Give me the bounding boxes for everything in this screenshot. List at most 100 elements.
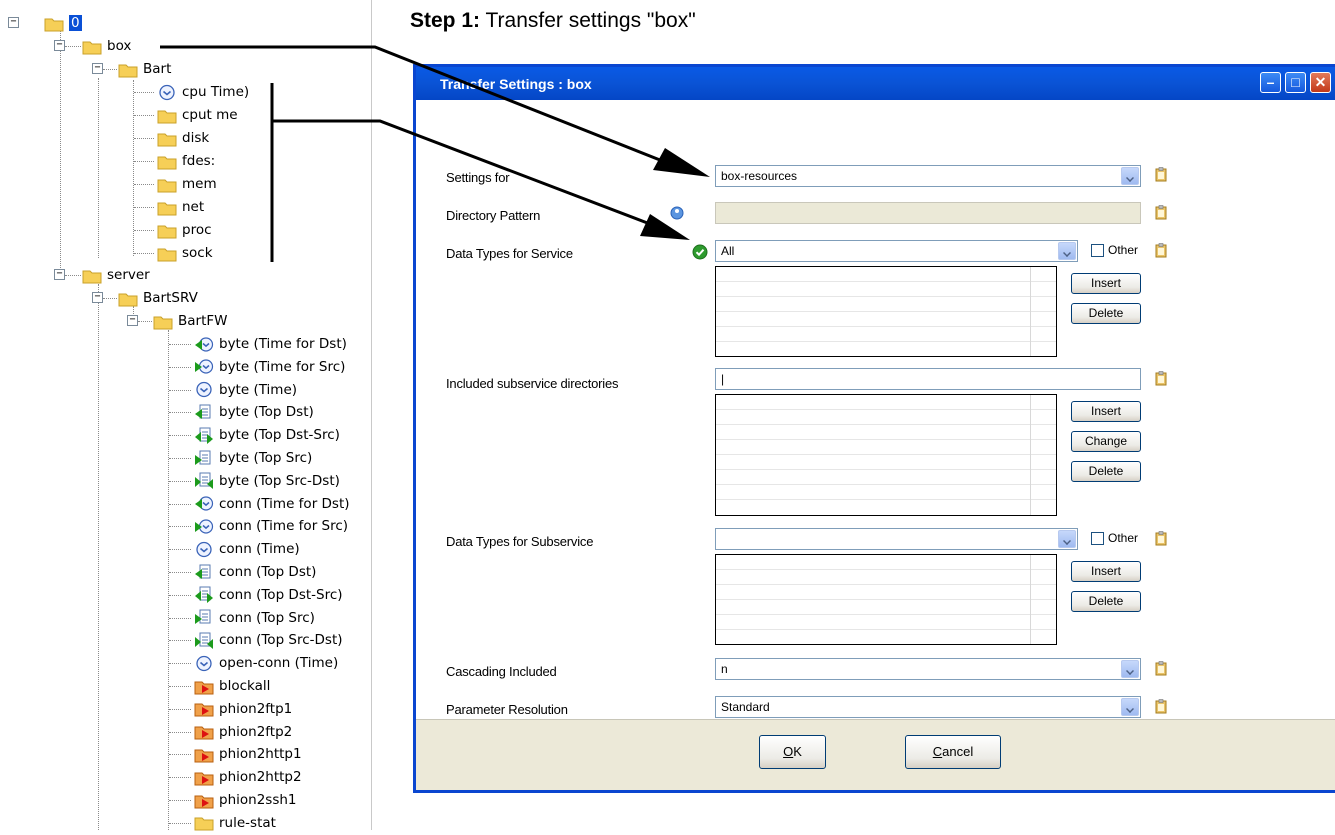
tree-node-fw-child[interactable]: blockall (194, 675, 270, 697)
tree-node-bart-child[interactable]: proc (157, 219, 212, 241)
clipboard-icon[interactable] (1155, 371, 1167, 386)
cascading-included-label: Cascading Included (446, 664, 557, 679)
chevron-down-icon[interactable] (1058, 242, 1076, 260)
tree-node-fw-child[interactable]: byte (Time for Dst) (194, 333, 347, 355)
tree-node-server[interactable]: server (82, 264, 150, 286)
transfer-settings-dialog: Transfer Settings : box – □ ✕ Settings f… (413, 64, 1335, 793)
tree-node-fw-child[interactable]: conn (Top Dst) (194, 561, 316, 583)
tree-node-bartfw[interactable]: BartFW (153, 310, 228, 332)
subdir-insert-button[interactable]: Insert (1071, 401, 1141, 422)
chevron-down-icon[interactable] (1058, 530, 1076, 548)
tree-node-fw-child[interactable]: conn (Time for Src) (194, 515, 348, 537)
collapse-toggle[interactable]: − (92, 63, 103, 74)
clipboard-icon[interactable] (1155, 167, 1167, 182)
collapse-toggle[interactable]: − (92, 292, 103, 303)
clipboard-icon[interactable] (1155, 205, 1167, 220)
tree-node-bart-child[interactable]: net (157, 196, 204, 218)
service-types-list[interactable] (715, 266, 1057, 357)
tree-node-box[interactable]: box (82, 35, 131, 57)
tree-node-label: BartSRV (143, 290, 198, 306)
tree-node-fw-child[interactable]: byte (Time) (194, 379, 297, 401)
tree-node-fw-child[interactable]: phion2ftp2 (194, 721, 292, 743)
tree-node-fw-child[interactable]: rule-stat (194, 812, 276, 834)
dialog-titlebar[interactable]: Transfer Settings : box – □ ✕ (416, 67, 1335, 100)
settings-for-select[interactable]: box-resources (715, 165, 1141, 187)
tree-node-fw-child[interactable]: conn (Time) (194, 538, 300, 560)
tree-view[interactable]: − 0 − box − Bart cpu Time) cput me disk fde… (0, 0, 372, 831)
subdir-delete-button[interactable]: Delete (1071, 461, 1141, 482)
clock-icon (194, 541, 214, 558)
data-types-service-select[interactable]: All (715, 240, 1078, 262)
tree-node-fw-child[interactable]: conn (Top Src-Dst) (194, 629, 343, 651)
other-checkbox[interactable] (1091, 532, 1104, 545)
tree-node-label: fdes: (182, 153, 216, 169)
clipboard-icon[interactable] (1155, 661, 1167, 676)
maximize-button[interactable]: □ (1285, 72, 1306, 93)
folder-icon (157, 130, 177, 147)
info-icon[interactable] (670, 206, 684, 220)
tree-node-fw-child[interactable]: phion2ssh1 (194, 789, 297, 811)
service-delete-button[interactable]: Delete (1071, 303, 1141, 324)
tree-node-fw-child[interactable]: phion2http1 (194, 743, 302, 765)
close-button[interactable]: ✕ (1310, 72, 1331, 93)
clipboard-icon[interactable] (1155, 243, 1167, 258)
tree-node-fw-child[interactable]: conn (Top Src) (194, 607, 315, 629)
tree-node-fw-child[interactable]: byte (Time for Src) (194, 356, 345, 378)
directory-pattern-input[interactable] (715, 202, 1141, 224)
tree-node-label: blockall (219, 678, 271, 694)
other-checkbox[interactable] (1091, 244, 1104, 257)
tree-node-label: byte (Top Dst-Src) (219, 427, 340, 444)
tree-node-fw-child[interactable]: conn (Time for Dst) (194, 493, 350, 515)
folder-icon (157, 107, 177, 124)
cascading-included-select[interactable]: n (715, 658, 1141, 680)
service-insert-button[interactable]: Insert (1071, 273, 1141, 294)
tree-node-fw-child[interactable]: phion2ftp1 (194, 698, 292, 720)
tree-node-bart-child[interactable]: cput me (157, 104, 238, 126)
tree-node-bart-child[interactable]: disk (157, 127, 209, 149)
cancel-button[interactable]: Cancel (905, 735, 1001, 769)
subdir-change-button[interactable]: Change (1071, 431, 1141, 452)
clock-icon (194, 655, 214, 672)
cascading-included-value: n (721, 662, 728, 676)
collapse-toggle[interactable]: − (8, 17, 19, 28)
subtype-delete-button[interactable]: Delete (1071, 591, 1141, 612)
clipboard-icon[interactable] (1155, 699, 1167, 714)
tree-node-bart-child[interactable]: cpu Time) (157, 81, 249, 103)
collapse-toggle[interactable]: − (54, 40, 65, 51)
data-types-subservice-label: Data Types for Subservice (446, 534, 594, 549)
tree-node-fw-child[interactable]: phion2http2 (194, 766, 302, 788)
subservice-dirs-list[interactable] (715, 394, 1057, 516)
data-types-subservice-select[interactable] (715, 528, 1078, 550)
tree-node-label: byte (Top Src-Dst) (219, 472, 340, 489)
tree-node-bart[interactable]: Bart (118, 58, 171, 80)
subservice-types-list[interactable] (715, 554, 1057, 645)
chevron-down-icon[interactable] (1121, 167, 1139, 185)
collapse-toggle[interactable]: − (127, 315, 138, 326)
tree-node-fw-child[interactable]: byte (Top Dst-Src) (194, 424, 340, 446)
chevron-down-icon[interactable] (1121, 660, 1139, 678)
tree-node-bart-child[interactable]: sock (157, 242, 213, 264)
minimize-button[interactable]: – (1260, 72, 1281, 93)
tree-node-root[interactable]: 0 (44, 12, 82, 34)
tree-node-bartsrv[interactable]: BartSRV (118, 287, 198, 309)
tree-node-label: proc (182, 222, 212, 238)
clipboard-icon[interactable] (1155, 531, 1167, 546)
subtype-insert-button[interactable]: Insert (1071, 561, 1141, 582)
tree-node-fw-child[interactable]: conn (Top Dst-Src) (194, 584, 343, 606)
step-description: Transfer settings "box" (480, 9, 696, 32)
included-subservice-input[interactable]: | (715, 368, 1141, 390)
collapse-toggle[interactable]: − (54, 269, 65, 280)
folder-icon (194, 814, 214, 831)
included-subservice-value: | (721, 372, 725, 386)
tree-node-fw-child[interactable]: byte (Top Dst) (194, 401, 314, 423)
tree-node-fw-child[interactable]: byte (Top Src) (194, 447, 312, 469)
chevron-down-icon[interactable] (1121, 698, 1139, 716)
ok-button[interactable]: OK (759, 735, 826, 769)
parameter-resolution-select[interactable]: Standard (715, 696, 1141, 718)
tree-node-bart-child[interactable]: fdes: (157, 150, 215, 172)
clock-outbound-icon (194, 518, 214, 535)
tree-node-fw-child[interactable]: open-conn (Time) (194, 652, 338, 674)
folder-icon (157, 199, 177, 216)
tree-node-fw-child[interactable]: byte (Top Src-Dst) (194, 470, 340, 492)
tree-node-bart-child[interactable]: mem (157, 173, 217, 195)
